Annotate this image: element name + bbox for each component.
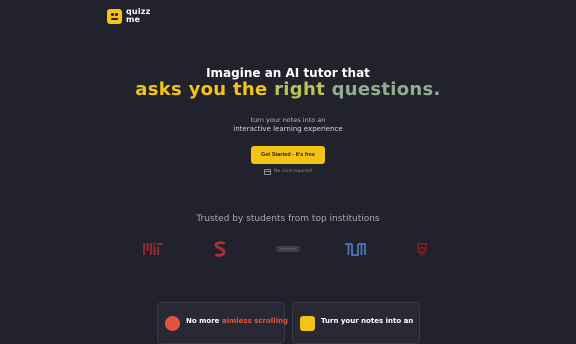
- tum-logo: [345, 243, 366, 256]
- hero-subtitle: turn your notes into an: [250, 116, 326, 124]
- feature-card: No more aimless scrolling: [157, 302, 288, 344]
- brand-name: quizz me: [126, 7, 151, 24]
- hero-word: the: [233, 79, 268, 100]
- robot-face-icon: [107, 8, 122, 24]
- stanford-logo: [214, 241, 226, 257]
- harvard-shield-logo: [417, 243, 427, 256]
- hero-subtitle-emphasis: interactive learning experience: [233, 125, 343, 133]
- hero-word: you: [188, 79, 227, 100]
- get-started-button[interactable]: Get Started - It's free: [251, 146, 325, 164]
- hero-word: right: [274, 79, 325, 100]
- university-crest-logo: [276, 246, 300, 252]
- trusted-heading: Trusted by students from top institution…: [196, 214, 380, 224]
- no-card-note: No card required: [0, 169, 576, 175]
- hero-word: questions.: [331, 79, 441, 100]
- feature-card: Turn your notes into an: [292, 302, 420, 344]
- brand-logo[interactable]: quizz me: [107, 8, 150, 24]
- hero-word: asks: [135, 79, 183, 100]
- hero-heading: Imagine an AI tutor that: [206, 66, 370, 80]
- mit-logo: [143, 243, 163, 255]
- hero-highlight: asks you the right questions.: [0, 79, 576, 100]
- credit-card-icon: [264, 169, 272, 175]
